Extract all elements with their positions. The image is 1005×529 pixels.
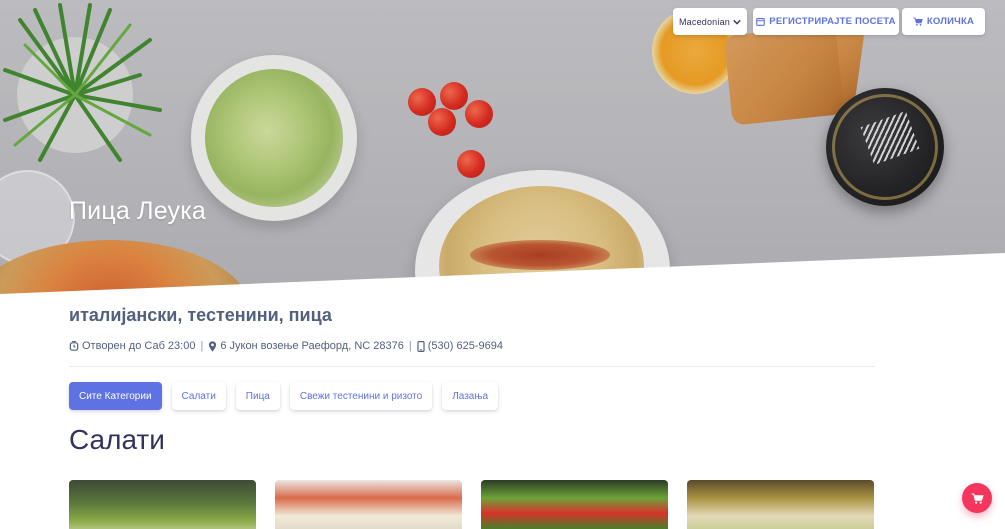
language-select[interactable]: Macedonian — [673, 8, 747, 35]
restaurant-name: Пица Леука — [69, 197, 207, 225]
menu-item-card[interactable] — [275, 480, 462, 529]
category-tab-fresh-pasta-risotto[interactable]: Свежи тестенини и ризото — [289, 382, 433, 410]
shopping-cart-icon — [913, 17, 923, 26]
mobile-icon — [417, 340, 425, 352]
chevron-down-icon — [733, 19, 741, 25]
menu-item-card[interactable] — [687, 480, 874, 529]
category-tab-lasagna[interactable]: Лазања — [442, 382, 499, 410]
language-label: Macedonian — [678, 16, 731, 27]
hero-divider — [0, 253, 1005, 300]
menu-item-card[interactable] — [481, 480, 668, 529]
divider — [69, 366, 875, 367]
category-tab-all[interactable]: Сите Категории — [69, 382, 162, 410]
register-visit-label: РЕГИСТРИРАЈТЕ ПОСЕТА — [769, 16, 896, 27]
calendar-icon — [756, 17, 766, 26]
floating-cart-button[interactable] — [962, 483, 992, 513]
register-visit-button[interactable]: РЕГИСТРИРАЈТЕ ПОСЕТА — [753, 8, 899, 35]
phone-number: (530) 625-9694 — [427, 340, 503, 352]
category-tabs: Сите Категории Салати Пица Свежи тестени… — [69, 382, 499, 410]
open-status: Отворен до Саб 23:00 — [82, 340, 196, 352]
menu-item-card[interactable] — [69, 480, 256, 529]
cart-button[interactable]: КОЛИЧКА — [902, 8, 985, 35]
cart-label: КОЛИЧКА — [926, 16, 975, 27]
clock-icon — [69, 340, 79, 351]
category-tab-pizza[interactable]: Пица — [235, 382, 280, 410]
cuisine-list: италијански, тестенини, пица — [69, 305, 332, 325]
section-title: Салати — [69, 424, 165, 455]
map-pin-icon — [209, 340, 217, 352]
hero-banner: Пица Леука — [0, 0, 1005, 300]
shopping-cart-icon — [971, 492, 984, 504]
address: 6 Јукон возење Раефорд, NC 28376 — [220, 340, 404, 352]
restaurant-info-row: Отворен до Саб 23:00 | 6 Јукон возење Ра… — [69, 340, 503, 352]
category-tab-salads[interactable]: Салати — [171, 382, 226, 410]
